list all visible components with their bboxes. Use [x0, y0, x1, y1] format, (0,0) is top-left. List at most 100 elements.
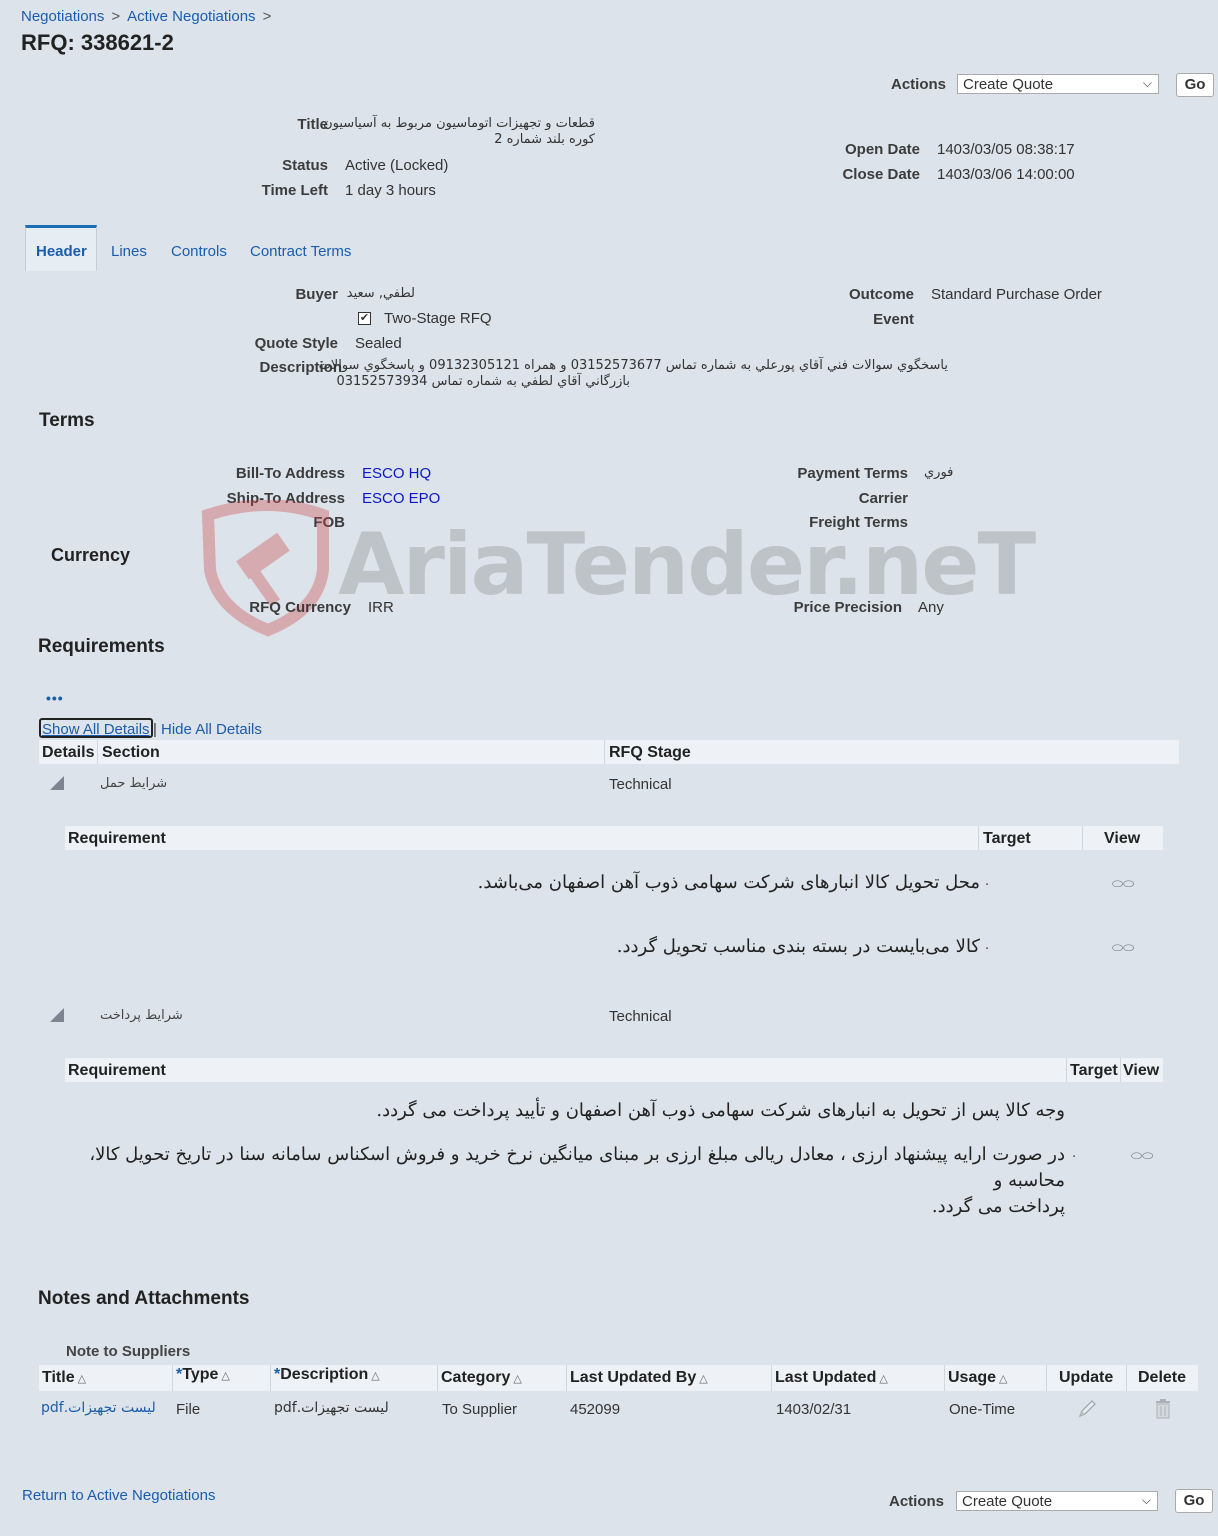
col-divider: [97, 740, 98, 764]
breadcrumb: Negotiations > Active Negotiations >: [21, 8, 278, 25]
col-target: Target: [1070, 1062, 1118, 1079]
details-separator: |: [153, 721, 157, 738]
col-details: Details: [42, 744, 95, 761]
col-divider: [944, 1365, 945, 1391]
outcome-label: Outcome: [848, 286, 914, 303]
sort-arrow-icon: △: [77, 1373, 87, 1385]
view-glasses-icon[interactable]: ⬭⬭: [1112, 940, 1134, 956]
sort-arrow-icon: △: [999, 1373, 1008, 1385]
col-divider: [172, 1365, 173, 1391]
col-requirement: Requirement: [68, 1062, 166, 1079]
quote-style-label: Quote Style: [254, 335, 338, 352]
trash-icon[interactable]: [1154, 1398, 1172, 1420]
bill-to-link[interactable]: ESCO HQ: [362, 465, 431, 482]
requirements-heading: Requirements: [38, 636, 165, 657]
actions-selected-value: Create Quote: [962, 1493, 1053, 1510]
breadcrumb-separator: >: [262, 8, 272, 25]
attachment-description: لیست تجهیزات.pdf: [274, 1400, 389, 1416]
col-last-updated-by[interactable]: Last Updated By △: [570, 1369, 708, 1387]
payment-terms-label: Payment Terms: [797, 465, 908, 482]
col-type[interactable]: *Type △: [176, 1366, 230, 1384]
open-date-value: 1403/03/05 08:38:17: [937, 141, 1075, 158]
notes-heading: Notes and Attachments: [38, 1288, 250, 1309]
collapse-triangle-icon[interactable]: [50, 1008, 64, 1022]
section-name: شرايط پرداخت: [100, 1008, 183, 1023]
currency-heading: Currency: [51, 545, 131, 565]
requirement-text: محل تحویل کالا انبارهای شرکت سهامی ذوب آ…: [477, 872, 980, 893]
col-delete: Delete: [1138, 1369, 1187, 1386]
note-to-suppliers-label: Note to Suppliers: [66, 1343, 191, 1360]
col-last-updated[interactable]: Last Updated △: [775, 1369, 888, 1387]
breadcrumb-negotiations[interactable]: Negotiations: [21, 8, 104, 25]
close-date-value: 1403/03/06 14:00:00: [937, 166, 1075, 183]
attachment-title-link[interactable]: لیست تجهیزات.pdf: [41, 1400, 156, 1416]
actions-select-bottom[interactable]: Create Quote ⌵: [956, 1491, 1158, 1511]
price-precision-value: Any: [918, 599, 944, 616]
close-date-label: Close Date: [842, 166, 920, 183]
tab-header[interactable]: Header: [36, 243, 87, 260]
return-to-active-negotiations-link[interactable]: Return to Active Negotiations: [22, 1487, 215, 1504]
col-category[interactable]: Category △: [441, 1369, 522, 1387]
terms-heading: Terms: [39, 410, 95, 431]
actions-label: Actions: [890, 76, 946, 93]
col-section: Section: [102, 744, 160, 761]
subtable-header: [65, 1058, 1163, 1082]
view-glasses-icon[interactable]: ⬭⬭: [1131, 1148, 1153, 1164]
breadcrumb-active-negotiations[interactable]: Active Negotiations: [127, 8, 255, 25]
sort-arrow-icon: △: [879, 1373, 888, 1385]
pencil-icon[interactable]: [1076, 1398, 1098, 1420]
page-title: RFQ: 338621-2: [21, 30, 174, 55]
requirement-text: وجه کالا پس از تحویل به انبارهای شرکت سه…: [376, 1100, 1065, 1121]
section-name: شرايط حمل: [100, 776, 168, 791]
actions-selected-value: Create Quote: [963, 76, 1054, 93]
attachment-category: To Supplier: [442, 1401, 518, 1418]
col-divider: [1066, 1058, 1067, 1082]
time-left-value: 1 day 3 hours: [345, 182, 436, 199]
two-stage-label: Two-Stage RFQ: [384, 310, 492, 327]
view-glasses-icon[interactable]: ⬭⬭: [1112, 876, 1134, 892]
requirement-marker: .: [985, 936, 990, 953]
event-label: Event: [873, 311, 914, 328]
hide-all-details-link[interactable]: Hide All Details: [161, 721, 262, 738]
two-stage-checkbox[interactable]: ✔: [358, 312, 371, 325]
section-stage: Technical: [609, 1008, 672, 1025]
rfq-currency-value: IRR: [368, 599, 394, 616]
attachment-type: File: [176, 1401, 201, 1418]
tab-controls[interactable]: Controls: [171, 243, 227, 260]
col-title[interactable]: Title △: [42, 1369, 86, 1387]
buyer-value: لطفي, سعيد: [346, 286, 415, 301]
watermark: AriaTender.neT: [198, 499, 1036, 640]
sort-arrow-icon: △: [221, 1370, 230, 1382]
outcome-value: Standard Purchase Order: [931, 286, 1102, 303]
col-description[interactable]: *Description △: [274, 1366, 380, 1384]
col-view: View: [1104, 830, 1141, 847]
col-divider: [1046, 1365, 1047, 1391]
requirement-marker: .: [985, 872, 990, 889]
requirement-text: کالا می‌بایست در بسته بندی مناسب تحویل گ…: [616, 936, 980, 957]
col-view: View: [1123, 1062, 1160, 1079]
actions-label-bottom: Actions: [888, 1493, 944, 1510]
price-precision-label: Price Precision: [793, 599, 902, 616]
show-all-details-link[interactable]: Show All Details: [39, 718, 153, 738]
chevron-down-icon: ⌵: [1141, 1493, 1151, 1507]
col-divider: [978, 826, 979, 850]
chevron-down-icon: ⌵: [1142, 76, 1152, 90]
section-stage: Technical: [609, 776, 672, 793]
tab-lines[interactable]: Lines: [111, 243, 147, 260]
go-button[interactable]: Go: [1176, 73, 1214, 97]
col-usage[interactable]: Usage △: [948, 1369, 1008, 1387]
tab-contract-terms[interactable]: Contract Terms: [250, 243, 351, 260]
collapse-triangle-icon[interactable]: [50, 776, 64, 790]
status-value: Active (Locked): [345, 157, 449, 174]
col-rfq-stage: RFQ Stage: [609, 744, 691, 761]
actions-select[interactable]: Create Quote ⌵: [957, 74, 1159, 94]
col-target: Target: [983, 830, 1031, 847]
go-button-bottom[interactable]: Go: [1175, 1489, 1213, 1513]
col-update: Update: [1059, 1369, 1114, 1386]
status-label: Status: [282, 157, 328, 174]
more-options-icon[interactable]: •••: [46, 690, 64, 706]
bill-to-label: Bill-To Address: [235, 465, 345, 482]
sort-arrow-icon: △: [371, 1370, 380, 1382]
col-divider: [1120, 1058, 1121, 1082]
payment-terms-value: فوري: [924, 465, 954, 480]
